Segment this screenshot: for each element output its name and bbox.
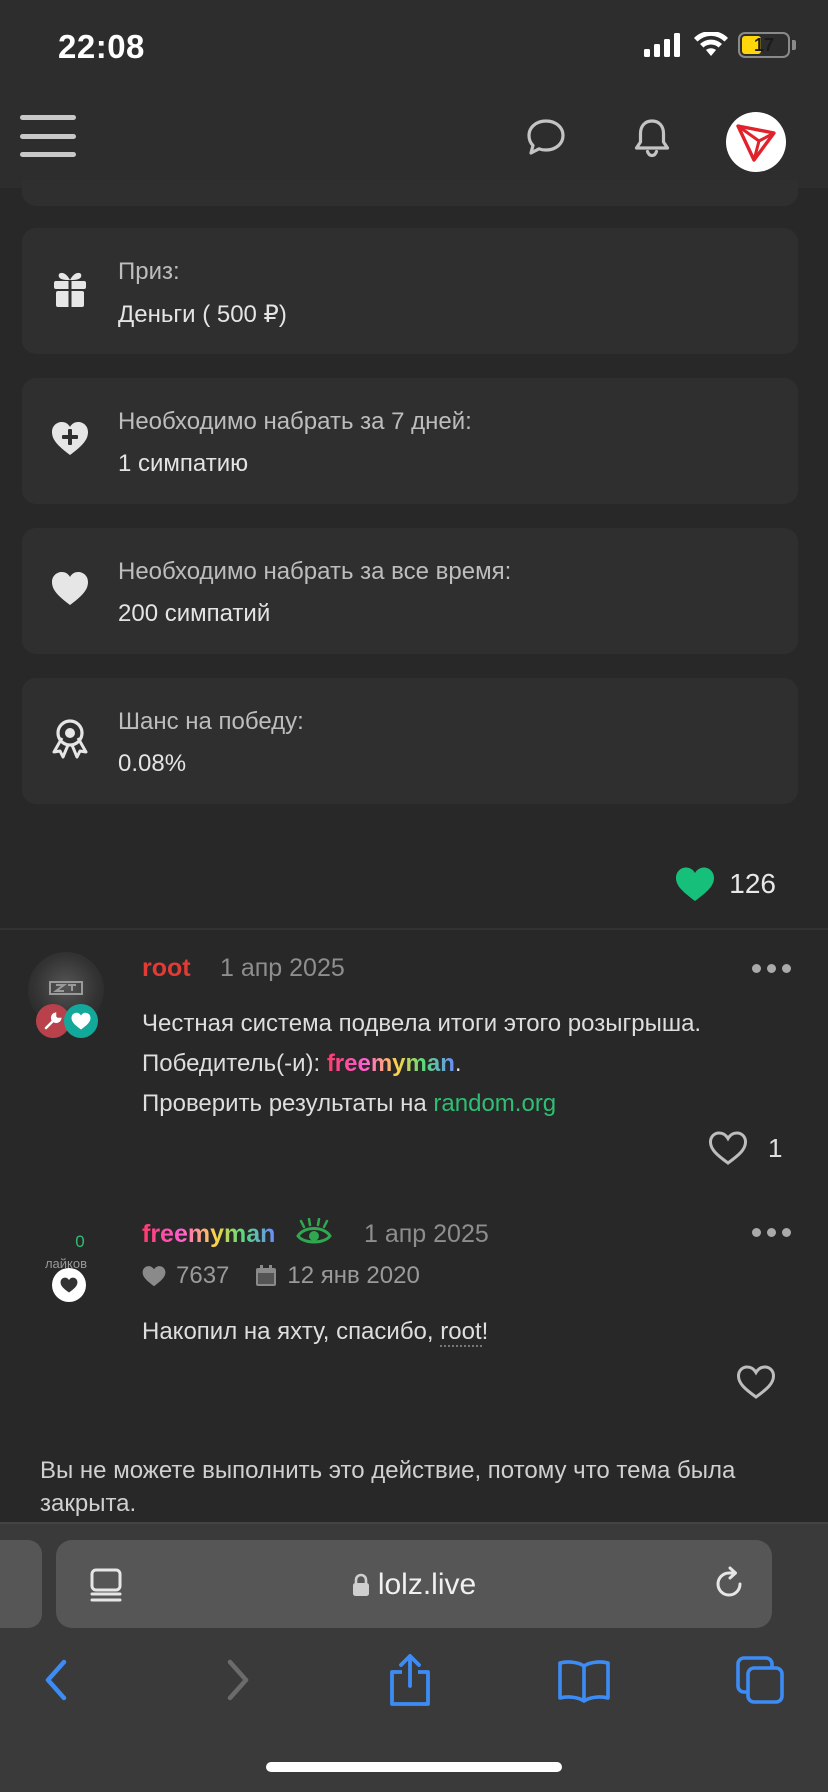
prize-value: Деньги ( 500 ₽): [118, 301, 287, 328]
battery-icon: 17: [738, 32, 790, 58]
likes-alltime-label: Необходимо набрать за все время:: [118, 558, 512, 585]
more-options-icon[interactable]: [752, 1228, 791, 1237]
cellular-signal-icon: [644, 33, 680, 57]
forward-arrow-icon[interactable]: [208, 1652, 264, 1708]
heart-outline-icon[interactable]: [708, 1130, 748, 1166]
post-line: Честная система подвела итоги этого розы…: [142, 1010, 702, 1037]
post-date[interactable]: 1 апр 2025: [220, 954, 345, 983]
heart-plus-icon: [52, 422, 88, 455]
freemyman-avatar[interactable]: [52, 1268, 86, 1302]
prize-card: Приз: Деньги ( 500 ₽): [22, 228, 798, 354]
more-options-icon[interactable]: [752, 964, 791, 973]
status-time: 22:08: [58, 28, 145, 65]
win-chance-card: Шанс на победу: 0.08%: [22, 678, 798, 804]
status-bar: 22:08 17: [0, 0, 828, 92]
tron-logo-icon: [736, 124, 776, 162]
award-ribbon-icon: [52, 719, 88, 759]
heart-filled-icon[interactable]: [675, 866, 715, 902]
battery-level: 17: [753, 35, 775, 55]
post-line: Проверить результаты на random.org: [142, 1090, 557, 1117]
calendar-icon: [256, 1265, 277, 1286]
user-stats: 7637 12 янв 2020: [142, 1262, 420, 1290]
heart-icon: [52, 572, 88, 605]
status-icons: 17: [644, 32, 796, 58]
reload-icon[interactable]: [712, 1566, 746, 1602]
url-text: lolz.live: [377, 1568, 477, 1601]
eye-badge-icon: [296, 1218, 332, 1244]
winner-username-link[interactable]: freemyman: [327, 1050, 455, 1077]
thread-like-counter[interactable]: 126: [675, 866, 776, 902]
post-body: Честная система подвела итоги этого розы…: [142, 1004, 701, 1124]
heart-badge-icon: [60, 1277, 78, 1293]
user-registered-date: 12 янв 2020: [287, 1262, 420, 1289]
thread-closed-notice: Вы не можете выполнить это действие, пот…: [40, 1457, 736, 1517]
post-like-button[interactable]: 1: [708, 1130, 782, 1166]
tabs-icon[interactable]: [732, 1652, 788, 1708]
gift-icon: [54, 272, 86, 307]
hamburger-icon[interactable]: [20, 112, 76, 160]
user-avatar[interactable]: [726, 112, 786, 172]
post-author-freemyman[interactable]: freemyman: [142, 1220, 275, 1249]
address-bar[interactable]: lolz.live: [56, 1540, 772, 1628]
heart-badge-icon: [71, 1012, 91, 1030]
wrench-icon: [44, 1012, 62, 1030]
post-author-root[interactable]: root: [142, 954, 191, 983]
thread-like-count: 126: [729, 868, 776, 899]
back-arrow-icon[interactable]: [30, 1652, 86, 1708]
share-icon[interactable]: [382, 1652, 438, 1708]
post-line: Победитель(-и): freemyman.: [142, 1050, 462, 1077]
post-like-count: 1: [768, 1132, 783, 1163]
url-display[interactable]: lolz.live: [56, 1568, 772, 1602]
previous-tab-peek[interactable]: [0, 1540, 42, 1628]
home-indicator[interactable]: [266, 1762, 562, 1772]
likes-badge-count: 0: [75, 1232, 85, 1251]
app-header: [0, 92, 828, 188]
prize-label: Приз:: [118, 258, 180, 285]
win-chance-value: 0.08%: [118, 750, 187, 777]
likes-7days-card: Необходимо набрать за 7 дней: 1 симпатию: [22, 378, 798, 504]
random-org-link[interactable]: random.org: [433, 1090, 556, 1117]
wifi-icon: [694, 32, 728, 56]
likes-7days-value: 1 симпатию: [118, 450, 249, 477]
heart-small-icon: [142, 1266, 166, 1287]
card-top-stub: [22, 180, 798, 206]
likes-alltime-value: 200 симпатий: [118, 600, 271, 627]
divider: [0, 928, 828, 930]
likes-7days-label: Необходимо набрать за 7 дней:: [118, 408, 472, 435]
likes-alltime-card: Необходимо набрать за все время: 200 сим…: [22, 528, 798, 654]
user-like-total: 7637: [176, 1262, 230, 1289]
mention-root-link[interactable]: root: [440, 1318, 482, 1347]
bookmarks-icon[interactable]: [556, 1652, 612, 1708]
heart-outline-icon[interactable]: [736, 1364, 776, 1400]
win-chance-label: Шанс на победу:: [118, 708, 304, 735]
post-date[interactable]: 1 апр 2025: [364, 1220, 489, 1249]
bell-icon[interactable]: [628, 114, 676, 162]
support-badge: [64, 1004, 98, 1038]
post-body: Накопил на яхту, спасибо, root!: [142, 1318, 489, 1347]
lock-icon: [352, 1573, 369, 1596]
chat-bubble-icon[interactable]: [522, 114, 570, 162]
